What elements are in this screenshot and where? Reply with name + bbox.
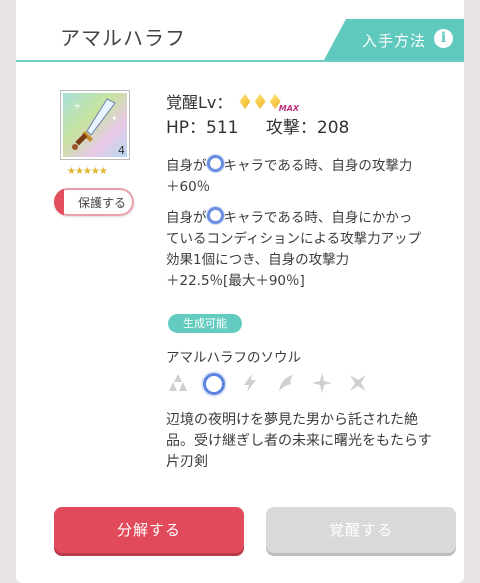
ability-text: キャラである時、自身にかかっ	[223, 210, 413, 226]
ability-text: ているコンディションによる攻撃力アップ	[166, 231, 422, 247]
ability-text: 自身が	[166, 158, 207, 174]
shuriken-icon	[346, 372, 370, 396]
info-icon: i	[434, 29, 453, 48]
bolt-icon	[238, 372, 262, 396]
weapon-name-title: アマルハラフ	[60, 26, 186, 50]
disassemble-button[interactable]: 分解する	[54, 507, 244, 553]
protect-button[interactable]: 保護する	[54, 188, 134, 216]
protect-label: 保護する	[78, 196, 127, 210]
ring-attribute-icon	[206, 155, 224, 172]
ability-text: ＋60％	[166, 179, 211, 195]
flavor-line: 品。受け継ぎし者の未来に曙光をもたらす	[166, 433, 432, 449]
ring-attribute-icon	[206, 207, 224, 224]
ability-text: ＋22.5％[最大＋90％]	[166, 273, 305, 289]
sparkle-icon	[310, 372, 334, 396]
ability-text: 効果1個につき、自身の攻撃力	[166, 252, 350, 268]
max-badge: MAX	[278, 104, 300, 113]
soul-title: アマルハラフのソウル	[166, 350, 301, 366]
weapon-thumbnail[interactable]: + ✦ 4	[60, 90, 130, 160]
flavor-text: 辺境の夜明けを夢見た男から託された絶 品。受け継ぎし者の未来に曙光をもたらす 片…	[166, 410, 456, 473]
leaf-icon	[274, 372, 298, 396]
awakening-label: 覚醒Lv：	[166, 93, 233, 112]
ring-icon-selected	[202, 372, 226, 396]
weapon-detail-card: アマルハラフ 入手方法 i + ✦ 4 ★★★★★ 保護する 覚醒Lv： MAX…	[16, 0, 464, 583]
gem-icon	[254, 94, 266, 109]
obtain-method-label: 入手方法	[362, 32, 427, 50]
protect-indicator	[54, 188, 64, 216]
header: アマルハラフ 入手方法 i	[16, 0, 464, 62]
flavor-line: 片刃剣	[166, 454, 208, 470]
awaken-button[interactable]: 覚醒する	[266, 507, 456, 553]
stats: HP：511 攻撃：208	[166, 113, 371, 138]
hp-stat: HP：511	[166, 118, 239, 138]
drops-icon	[166, 372, 190, 396]
ability-text: キャラである時、自身の攻撃力	[223, 158, 413, 174]
awakening-gems: MAX	[239, 94, 299, 113]
svg-text:+: +	[73, 101, 81, 112]
obtain-method-button[interactable]: 入手方法 i	[324, 19, 464, 60]
rarity-stars: ★★★★★	[67, 166, 108, 177]
craftable-badge: 生成可能	[168, 314, 242, 333]
flavor-line: 辺境の夜明けを夢見た男から託された絶	[166, 412, 418, 428]
ability-text: 自身が	[166, 210, 207, 226]
weapon-count: 4	[118, 144, 125, 157]
awakening-level: 覚醒Lv： MAX	[166, 89, 299, 113]
svg-text:✦: ✦	[111, 114, 118, 123]
ability-1: 自身が キャラである時、自身の攻撃力 ＋60％	[166, 155, 456, 198]
attack-stat: 攻撃：208	[265, 118, 350, 138]
gem-icon	[239, 94, 251, 109]
ability-2: 自身が キャラである時、自身にかかっ ているコンディションによる攻撃力アップ 効果…	[166, 207, 456, 292]
